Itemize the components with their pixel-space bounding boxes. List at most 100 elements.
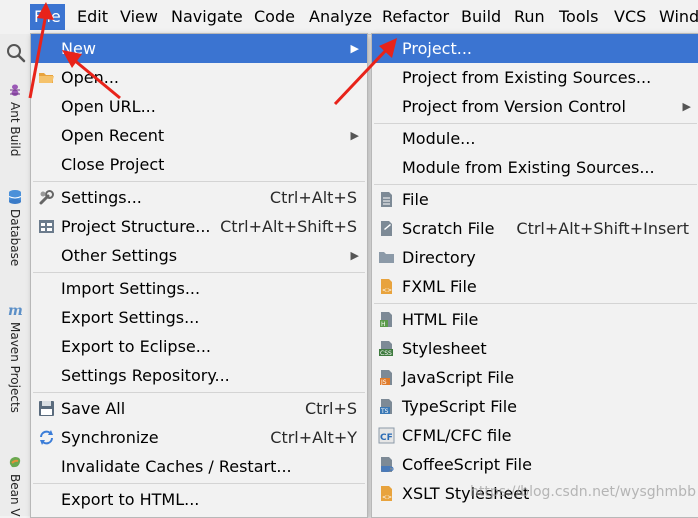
submenu-arrow-icon: ▶: [682, 100, 691, 113]
menu-item-cfml-file-label: CFML/CFC file: [402, 426, 512, 445]
menu-item-open-url-label: Open URL...: [61, 97, 156, 116]
menu-build[interactable]: Build: [457, 4, 505, 30]
menu-item-html-file[interactable]: H HTML File: [372, 305, 698, 334]
fxml-file-icon: <>: [381, 279, 392, 294]
menu-item-new[interactable]: New ▶: [31, 34, 367, 63]
menu-item-export-to-eclipse-label: Export to Eclipse...: [61, 337, 211, 356]
submenu-arrow-icon: ▶: [350, 129, 359, 142]
menu-item-other-settings[interactable]: Other Settings ▶: [31, 241, 367, 270]
menu-item-new-project[interactable]: Project...: [372, 34, 698, 63]
menu-item-module[interactable]: Module...: [372, 124, 698, 153]
menu-item-settings[interactable]: Settings... Ctrl+Alt+S: [31, 183, 367, 212]
menu-item-project-from-existing-sources-label: Project from Existing Sources...: [402, 68, 652, 87]
search-icon[interactable]: [5, 42, 27, 64]
menu-item-typescript-file-label: TypeScript File: [402, 397, 518, 416]
menu-run[interactable]: Run: [510, 4, 549, 30]
svg-text:<>: <>: [382, 287, 392, 294]
menu-item-settings-repository-label: Settings Repository...: [61, 366, 230, 385]
menu-item-close-project-label: Close Project: [61, 155, 165, 174]
menu-item-javascript-file[interactable]: JS JavaScript File: [372, 363, 698, 392]
svg-text:TS: TS: [380, 408, 389, 415]
menu-window[interactable]: Wind: [655, 4, 698, 30]
menu-item-import-settings-label: Import Settings...: [61, 279, 201, 298]
project-structure-icon: [39, 220, 54, 233]
database-icon: [8, 190, 22, 204]
menu-item-open-url[interactable]: Open URL...: [31, 92, 367, 121]
menu-view[interactable]: View: [116, 4, 162, 30]
menu-item-open-recent[interactable]: Open Recent ▶: [31, 121, 367, 150]
bean-icon: [9, 457, 21, 468]
menu-separator: [33, 181, 365, 182]
menu-item-file-label: File: [402, 190, 429, 209]
svg-text:JS: JS: [380, 379, 387, 386]
menu-item-coffeescript-file[interactable]: CoffeeScript File: [372, 450, 698, 479]
menu-item-export-to-html-label: Export to HTML...: [61, 490, 200, 509]
menu-item-synchronize-label: Synchronize: [61, 428, 159, 447]
menu-code[interactable]: Code: [250, 4, 299, 30]
svg-text:m: m: [8, 303, 23, 318]
ts-file-icon: TS: [380, 399, 392, 415]
menu-edit[interactable]: Edit: [73, 4, 112, 30]
menu-item-synchronize[interactable]: Synchronize Ctrl+Alt+Y: [31, 423, 367, 452]
shortcut-save-all: Ctrl+S: [304, 399, 357, 418]
menu-vcs[interactable]: VCS: [610, 4, 650, 30]
tab-ant-build[interactable]: Ant Build: [2, 82, 28, 156]
shortcut-project-structure: Ctrl+Alt+Shift+S: [220, 217, 357, 236]
menu-refactor[interactable]: Refactor: [378, 4, 453, 30]
menu-item-settings-repository[interactable]: Settings Repository...: [31, 361, 367, 390]
menu-analyze[interactable]: Analyze: [305, 4, 376, 30]
shortcut-synchronize: Ctrl+Alt+Y: [270, 428, 357, 447]
menu-item-export-to-html[interactable]: Export to HTML...: [31, 485, 367, 514]
file-icon: [381, 192, 392, 207]
menu-item-module-from-existing-sources-label: Module from Existing Sources...: [402, 158, 655, 177]
tab-bean-validation[interactable]: Bean V: [2, 454, 28, 517]
menu-tools[interactable]: Tools: [555, 4, 602, 30]
sync-icon: [40, 430, 53, 445]
html-file-icon: H: [380, 312, 392, 328]
menu-separator: [33, 272, 365, 273]
menu-item-file[interactable]: File: [372, 185, 698, 214]
menu-item-project-from-existing-sources[interactable]: Project from Existing Sources...: [372, 63, 698, 92]
menu-item-open[interactable]: Open...: [31, 63, 367, 92]
svg-text:CF: CF: [380, 433, 393, 443]
tab-maven-projects[interactable]: m Maven Projects: [2, 302, 28, 413]
menu-item-module-from-existing-sources[interactable]: Module from Existing Sources...: [372, 153, 698, 182]
submenu-arrow-icon: ▶: [350, 249, 359, 262]
menu-separator: [374, 303, 697, 304]
menu-item-import-settings[interactable]: Import Settings...: [31, 274, 367, 303]
menu-separator: [33, 392, 365, 393]
js-file-icon: JS: [380, 370, 392, 386]
menu-item-stylesheet[interactable]: CSS Stylesheet: [372, 334, 698, 363]
menu-navigate[interactable]: Navigate: [167, 4, 247, 30]
menu-item-invalidate-caches[interactable]: Invalidate Caches / Restart...: [31, 452, 367, 481]
menu-item-directory[interactable]: Directory: [372, 243, 698, 272]
menu-item-module-label: Module...: [402, 129, 476, 148]
menu-item-close-project[interactable]: Close Project: [31, 150, 367, 179]
menu-item-cfml-file[interactable]: CF CFML/CFC file: [372, 421, 698, 450]
save-icon: [39, 401, 54, 416]
menu-item-typescript-file[interactable]: TS TypeScript File: [372, 392, 698, 421]
wrench-icon: [39, 190, 54, 205]
menu-item-html-file-label: HTML File: [402, 310, 479, 329]
menu-item-scratch-file[interactable]: Scratch File Ctrl+Alt+Shift+Insert: [372, 214, 698, 243]
svg-text:<>: <>: [382, 494, 392, 501]
menu-item-export-to-eclipse[interactable]: Export to Eclipse...: [31, 332, 367, 361]
menu-item-fxml-file[interactable]: <> FXML File: [372, 272, 698, 301]
menu-file[interactable]: File: [30, 4, 65, 30]
menu-item-project-from-version-control-label: Project from Version Control: [402, 97, 626, 116]
maven-icon: m: [8, 303, 23, 318]
menu-item-save-all[interactable]: Save All Ctrl+S: [31, 394, 367, 423]
menu-item-export-settings[interactable]: Export Settings...: [31, 303, 367, 332]
menu-item-save-all-label: Save All: [61, 399, 126, 418]
main-menu-bar: File Edit View Navigate Code Analyze Ref…: [0, 0, 698, 35]
menu-item-coffeescript-file-label: CoffeeScript File: [402, 455, 532, 474]
svg-text:H: H: [381, 321, 386, 328]
menu-item-project-from-version-control[interactable]: Project from Version Control ▶: [372, 92, 698, 121]
menu-item-project-structure[interactable]: Project Structure... Ctrl+Alt+Shift+S: [31, 212, 367, 241]
menu-item-stylesheet-label: Stylesheet: [402, 339, 487, 358]
tab-database[interactable]: Database: [2, 189, 28, 266]
submenu-arrow-icon: ▶: [350, 42, 359, 55]
coffeescript-file-icon: [381, 457, 394, 472]
tool-window-strip: Ant Build Database m Maven Projects Bean…: [0, 34, 31, 517]
menu-item-new-label: New: [61, 39, 96, 58]
